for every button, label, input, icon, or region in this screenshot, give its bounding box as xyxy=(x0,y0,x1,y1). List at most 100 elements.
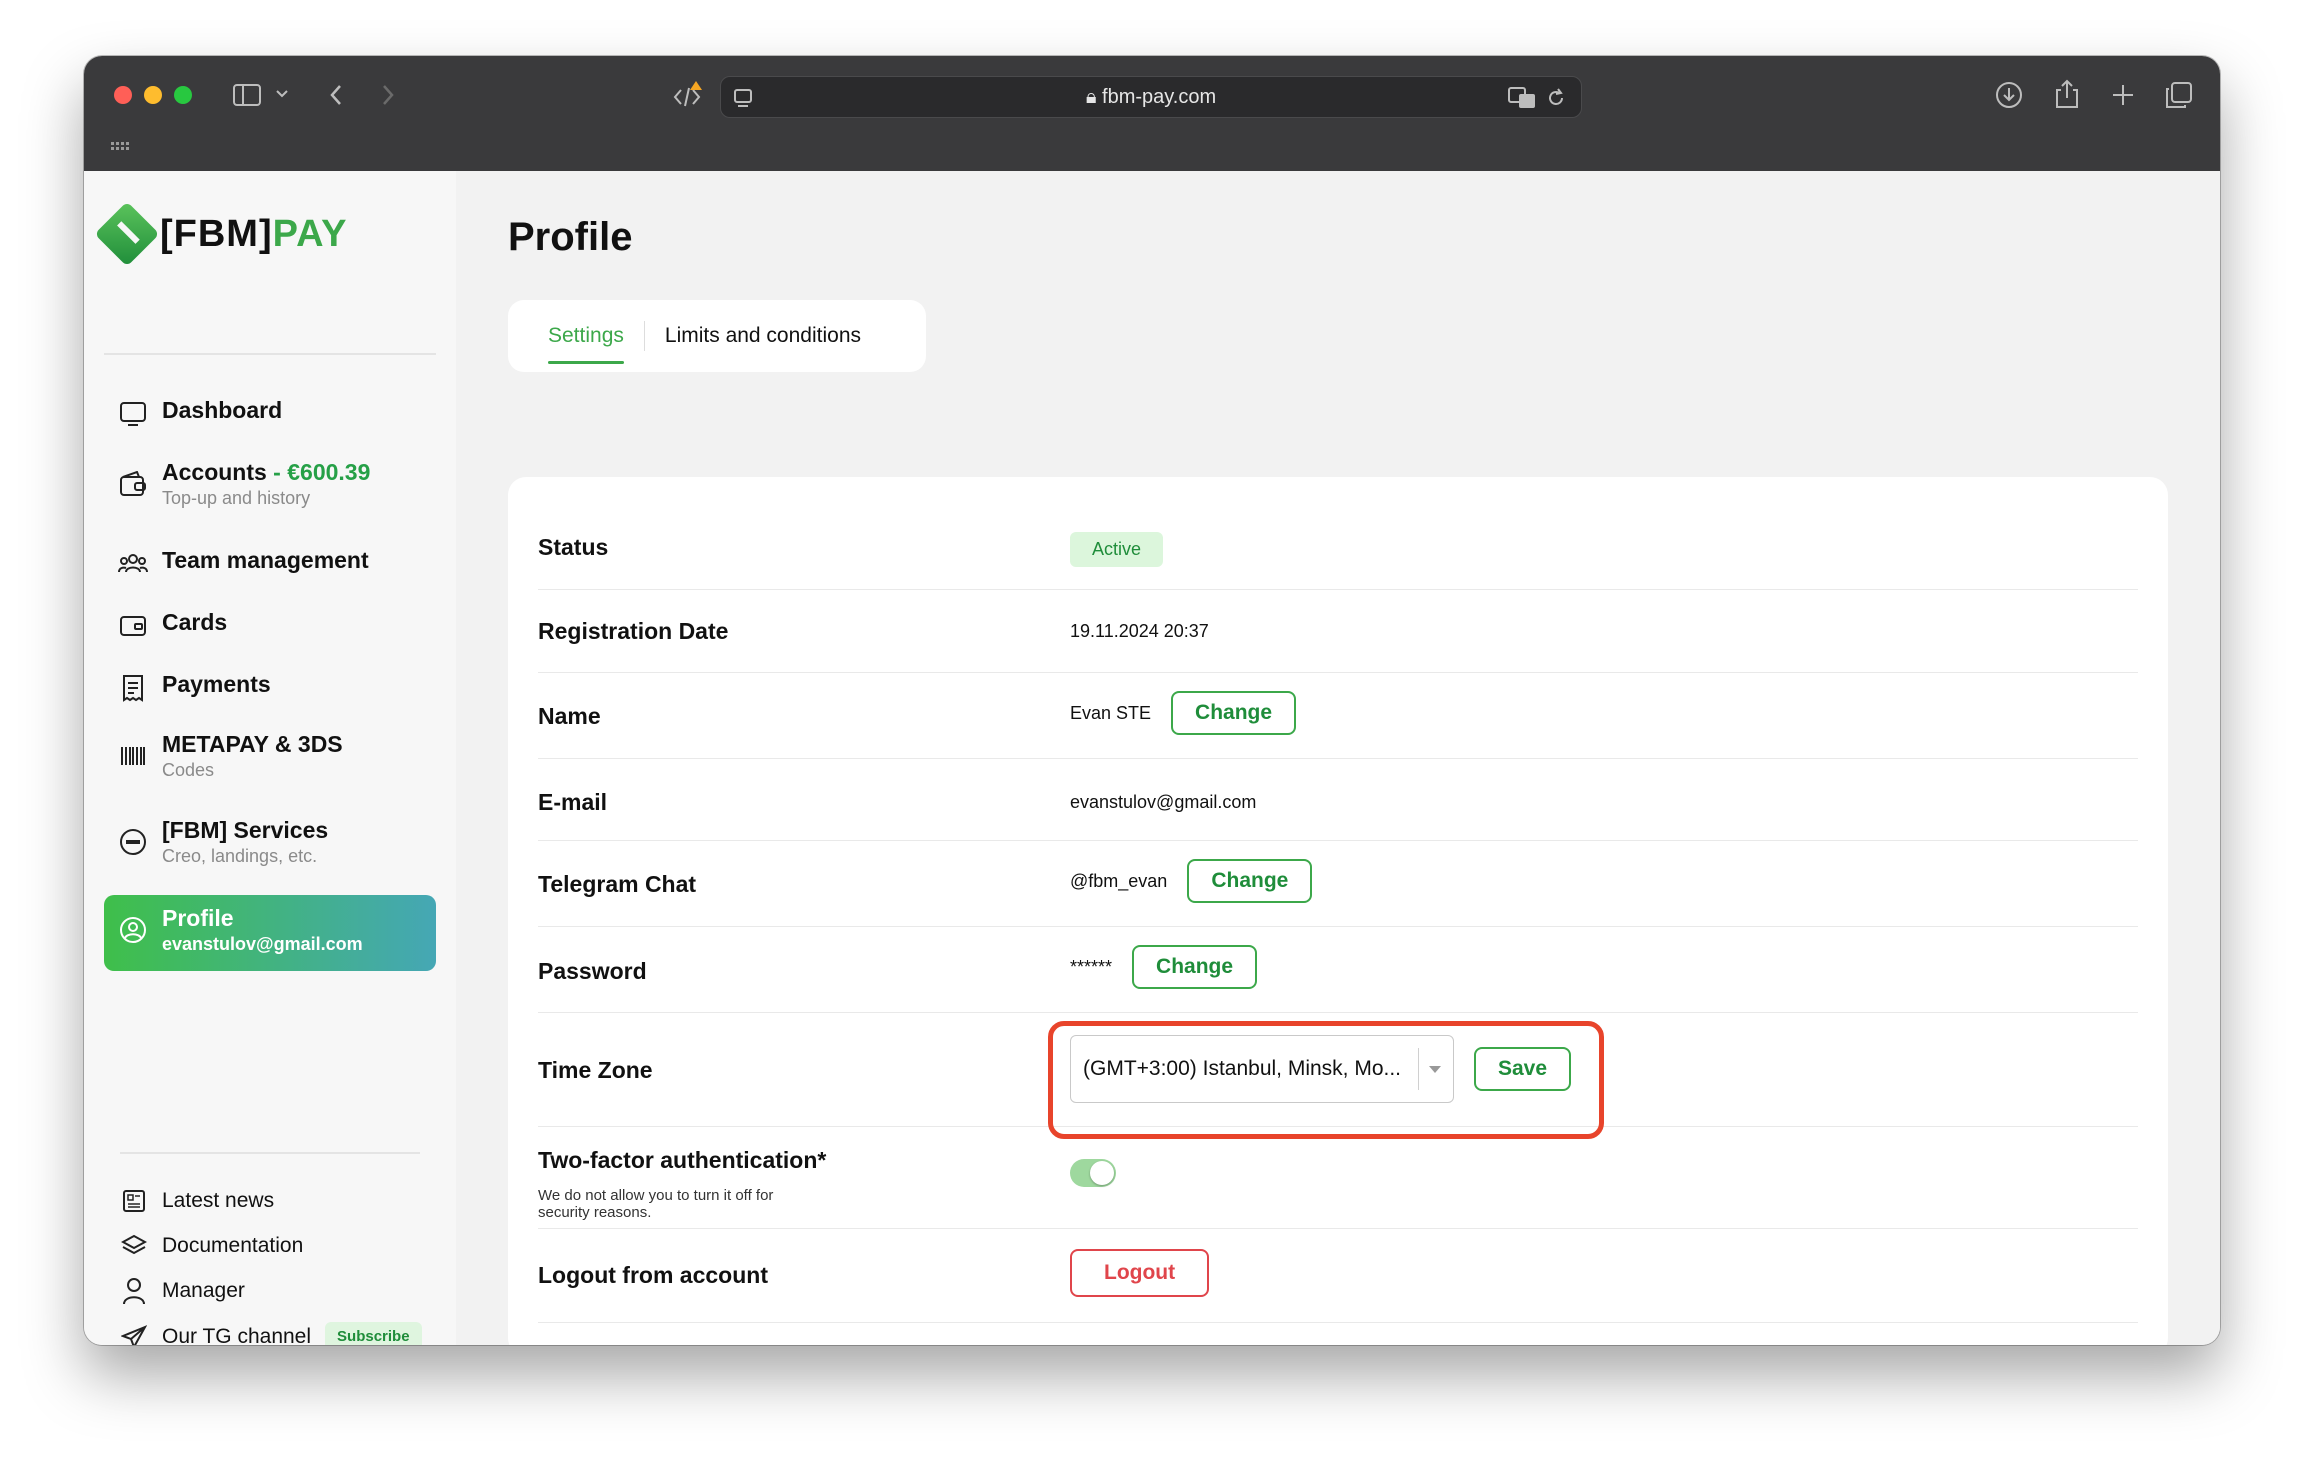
password-row: Password ****** Change xyxy=(538,927,2138,1013)
footer-documentation[interactable]: Documentation xyxy=(120,1232,303,1260)
layers-icon xyxy=(120,1232,148,1260)
change-telegram-button[interactable]: Change xyxy=(1187,859,1313,903)
sidebar-item-sub: Codes xyxy=(162,760,215,780)
receipt-icon xyxy=(118,673,148,703)
name-row: Name Evan STE Change xyxy=(538,673,2138,759)
sidebar-item-fbm-services[interactable]: [FBM] Services Creo, landings, etc. xyxy=(104,817,436,867)
news-icon xyxy=(120,1187,148,1215)
footer-tg-channel[interactable]: Our TG channel Subscribe xyxy=(120,1322,422,1345)
url-text: 🔒︎ fbm-pay.com xyxy=(721,86,1581,109)
email-row: E-mail evanstulov@gmail.com xyxy=(538,759,2138,841)
two-factor-toggle[interactable] xyxy=(1070,1159,1116,1187)
logout-button[interactable]: Logout xyxy=(1070,1249,1210,1297)
sidebar-toggle-icon[interactable] xyxy=(230,80,264,110)
browser-toolbar: 🔒︎ fbm-pay.com xyxy=(84,56,2220,171)
account-balance: - €600.39 xyxy=(266,459,371,485)
sidebar-item-sub: evanstulov@gmail.com xyxy=(162,934,363,954)
telegram-value: @fbm_evan xyxy=(1070,870,1168,891)
sidebar-item-sub: Creo, landings, etc. xyxy=(162,846,318,866)
password-label: Password xyxy=(538,958,647,984)
monitor-icon xyxy=(118,399,148,429)
translate-icon[interactable] xyxy=(1507,85,1537,111)
sidebar-item-label: METAPAY & 3DS xyxy=(162,731,343,757)
sidebar-item-sub: Top-up and history xyxy=(162,488,311,508)
footer-item-label: Manager xyxy=(162,1279,245,1302)
sidebar-item-label: Team management xyxy=(162,547,369,573)
lock-icon: 🔒︎ xyxy=(1085,86,1097,108)
minimize-window-button[interactable] xyxy=(144,86,162,104)
name-label: Name xyxy=(538,703,601,729)
sidebar-item-metapay[interactable]: METAPAY & 3DS Codes xyxy=(104,731,436,781)
person-icon xyxy=(120,1277,148,1305)
registration-row: Registration Date 19.11.2024 20:37 xyxy=(538,590,2138,673)
footer-item-label: Latest news xyxy=(162,1189,275,1212)
registration-date-value: 19.11.2024 20:37 xyxy=(1070,621,1209,641)
sidebar-item-payments[interactable]: Payments xyxy=(104,671,436,703)
sidebar-item-label: Cards xyxy=(162,609,228,635)
download-icon[interactable] xyxy=(1992,78,2026,112)
back-icon[interactable] xyxy=(324,80,348,110)
two-factor-label: Two-factor authentication* We do not all… xyxy=(538,1147,827,1221)
address-bar[interactable]: 🔒︎ fbm-pay.com xyxy=(720,76,1582,118)
page-title: Profile xyxy=(508,215,633,259)
team-icon xyxy=(118,549,148,579)
status-badge: Active xyxy=(1070,532,1164,567)
logout-row: Logout from account Logout xyxy=(538,1229,2138,1323)
password-value: ****** xyxy=(1070,956,1113,977)
footer-item-label: Documentation xyxy=(162,1234,304,1257)
timezone-label: Time Zone xyxy=(538,1057,653,1083)
zoom-window-button[interactable] xyxy=(174,86,192,104)
grid-icon[interactable] xyxy=(108,138,132,158)
close-window-button[interactable] xyxy=(114,86,132,104)
name-value: Evan STE xyxy=(1070,702,1152,723)
code-warning-icon[interactable] xyxy=(670,78,704,112)
tab-separator xyxy=(643,321,645,351)
logo[interactable]: [FBM]PAY xyxy=(94,201,348,267)
footer-manager[interactable]: Manager xyxy=(120,1277,245,1305)
sidebar: [FBM]PAY Dashboard Accounts - €600.39 To… xyxy=(84,171,456,1345)
main-content: Profile Settings Limits and conditions S… xyxy=(456,171,2220,1345)
fbm-icon xyxy=(118,827,148,857)
send-icon xyxy=(120,1323,148,1345)
tab-overview-icon[interactable] xyxy=(2162,78,2196,112)
url-label: fbm-pay.com xyxy=(1102,86,1217,108)
two-factor-row: Two-factor authentication* We do not all… xyxy=(538,1127,2138,1229)
logo-text: [FBM]PAY xyxy=(160,212,348,255)
share-icon[interactable] xyxy=(2050,76,2084,112)
change-name-button[interactable]: Change xyxy=(1171,691,1297,735)
sidebar-footer-divider xyxy=(120,1152,420,1154)
forward-icon[interactable] xyxy=(376,80,400,110)
status-label: Status xyxy=(538,534,609,560)
sidebar-item-accounts[interactable]: Accounts - €600.39 Top-up and history xyxy=(104,459,436,509)
sidebar-item-label: Accounts - €600.39 xyxy=(162,459,371,485)
user-circle-icon xyxy=(118,915,148,945)
barcode-icon xyxy=(118,741,148,771)
new-tab-icon[interactable] xyxy=(2106,78,2140,112)
chevron-down-icon[interactable] xyxy=(272,84,292,104)
sidebar-item-team-management[interactable]: Team management xyxy=(104,547,436,579)
reload-icon[interactable] xyxy=(1543,85,1569,111)
tab-limits-and-conditions[interactable]: Limits and conditions xyxy=(665,318,861,354)
sidebar-item-label: [FBM] Services xyxy=(162,817,329,843)
change-password-button[interactable]: Change xyxy=(1132,945,1258,989)
wallet-icon xyxy=(118,469,148,499)
telegram-row: Telegram Chat @fbm_evan Change xyxy=(538,841,2138,927)
timezone-highlight-annotation xyxy=(1048,1021,1604,1139)
telegram-label: Telegram Chat xyxy=(538,871,697,897)
footer-latest-news[interactable]: Latest news xyxy=(120,1187,274,1215)
tab-settings[interactable]: Settings xyxy=(548,318,624,364)
logout-label: Logout from account xyxy=(538,1262,768,1288)
profile-card: Status Active Registration Date 19.11.20… xyxy=(508,477,2168,1345)
sidebar-item-label: Dashboard xyxy=(162,397,283,423)
footer-item-label: Our TG channel xyxy=(162,1324,312,1346)
email-label: E-mail xyxy=(538,789,608,815)
subscribe-badge[interactable]: Subscribe xyxy=(325,1322,422,1345)
email-value: evanstulov@gmail.com xyxy=(1070,792,1257,812)
sidebar-item-dashboard[interactable]: Dashboard xyxy=(104,397,436,429)
sidebar-item-profile[interactable]: Profile evanstulov@gmail.com xyxy=(104,895,436,971)
logo-mark-icon xyxy=(94,201,160,267)
registration-date-label: Registration Date xyxy=(538,618,729,644)
browser-window: 🔒︎ fbm-pay.com [FBM]PAY Dashboard Accoun… xyxy=(84,56,2220,1345)
status-row: Status Active xyxy=(538,477,2138,590)
sidebar-item-cards[interactable]: Cards xyxy=(104,609,436,641)
